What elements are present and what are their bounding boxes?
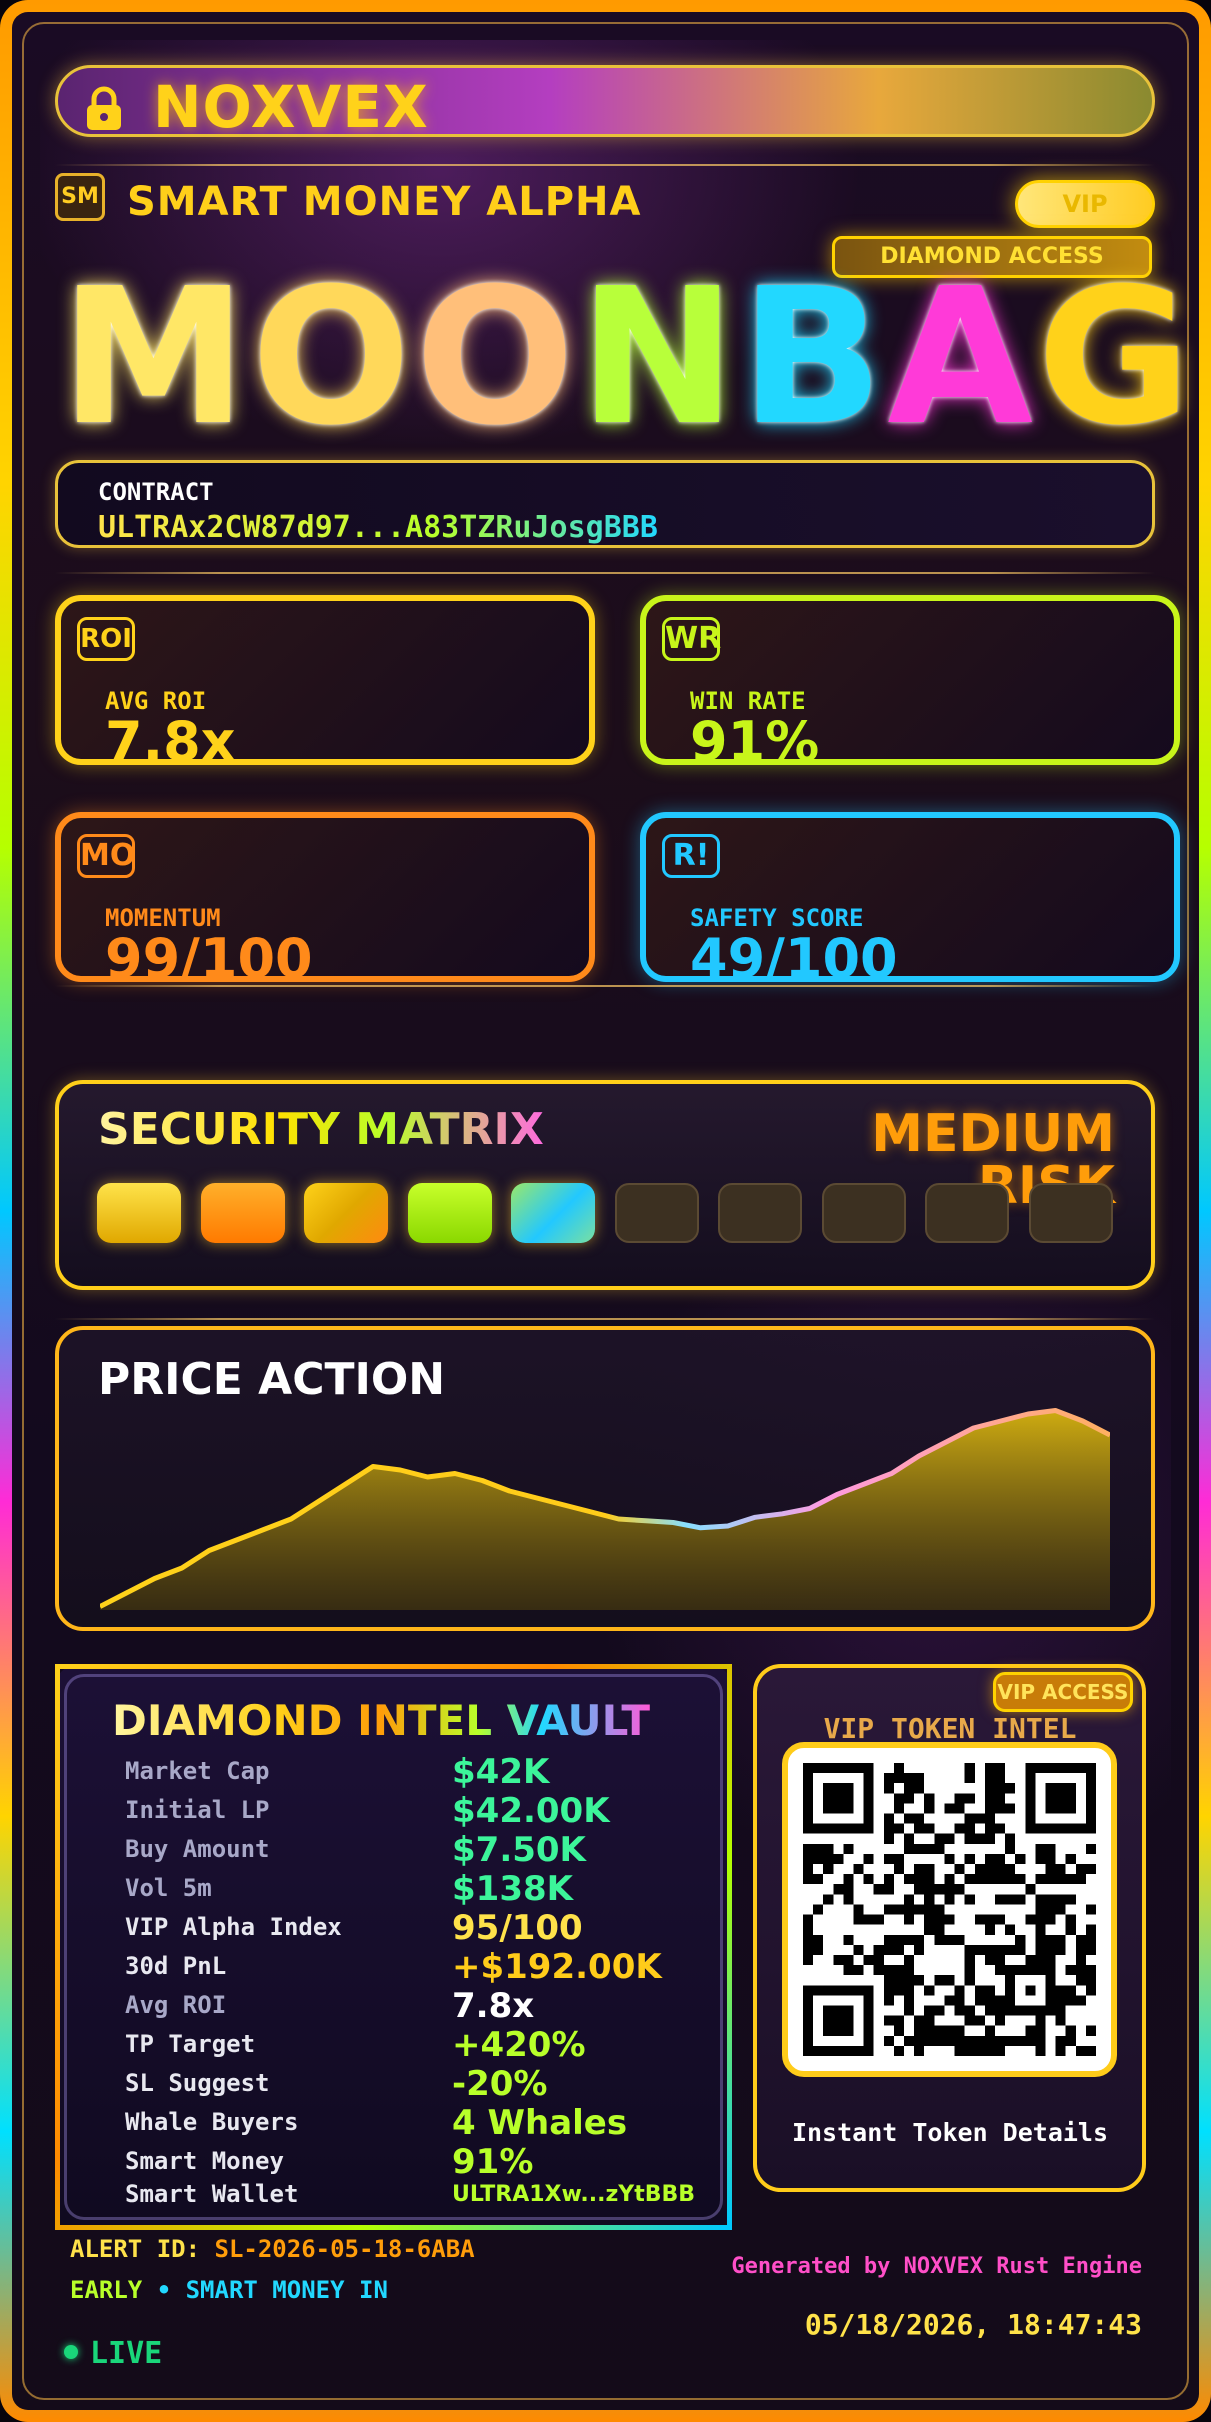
stat-value: 7.8x bbox=[105, 715, 236, 759]
vault-row-label: Vol 5m bbox=[125, 1874, 212, 1902]
vault-row-label: VIP Alpha Index bbox=[125, 1913, 342, 1941]
security-segment-filled bbox=[200, 1183, 285, 1243]
alert-id: ALERT ID: SL-2026-05-18-6ABA bbox=[70, 2235, 475, 2263]
security-segment-empty bbox=[614, 1183, 699, 1243]
token-letter: O bbox=[414, 248, 579, 467]
alert-title: SMART MONEY ALPHA bbox=[127, 179, 642, 225]
vault-row-label: SL Suggest bbox=[125, 2069, 270, 2097]
security-segment-filled bbox=[511, 1183, 595, 1243]
live-status: LIVE bbox=[90, 2336, 163, 2371]
contract-address[interactable]: ULTRAx2CW87d97...A83TZRuJosgBBB bbox=[98, 510, 658, 545]
smart-money-badge: SM bbox=[55, 173, 105, 221]
vault-row-label: Buy Amount bbox=[125, 1835, 270, 1863]
vault-row-label: 30d PnL bbox=[125, 1952, 227, 1980]
vault-row-value: 91% bbox=[452, 2142, 534, 2182]
vault-row-label: Market Cap bbox=[125, 1757, 270, 1785]
vault-row-label: Avg ROI bbox=[125, 1991, 227, 2019]
security-segment-empty bbox=[925, 1183, 1009, 1243]
token-letter: B bbox=[740, 248, 888, 467]
vault-row-value: 4 Whales bbox=[452, 2103, 628, 2143]
stat-label: SAFETY SCORE bbox=[690, 904, 864, 932]
intel-vault-title: DIAMOND INTEL VAULT bbox=[112, 1696, 651, 1745]
vip-access-badge: VIP ACCESS bbox=[993, 1672, 1133, 1712]
security-segment-empty bbox=[821, 1183, 906, 1243]
generated-by: Generated by NOXVEX Rust Engine bbox=[731, 2254, 1142, 2279]
stat-icon: MO bbox=[77, 834, 135, 878]
smart-money-tag: SMART MONEY IN bbox=[185, 2276, 388, 2304]
contract-label: CONTRACT bbox=[98, 478, 214, 506]
qr-code[interactable] bbox=[803, 1763, 1096, 2056]
token-letter: M bbox=[60, 248, 252, 467]
vault-row-value: 7.8x bbox=[452, 1986, 535, 2026]
token-name: MOONBAG bbox=[60, 254, 1191, 462]
brand-name: NOXVEX bbox=[153, 73, 429, 141]
vault-row-value: $138K bbox=[452, 1869, 573, 1909]
security-segment-empty bbox=[718, 1183, 802, 1243]
security-segment-filled bbox=[304, 1183, 388, 1243]
stat-value: 91% bbox=[690, 715, 820, 759]
vault-row-value: +420% bbox=[452, 2025, 586, 2065]
vault-row-value: $42K bbox=[452, 1752, 550, 1792]
divider bbox=[55, 985, 1155, 987]
security-matrix-title: SECURITY MATRIX bbox=[98, 1104, 544, 1155]
vault-row-value: $42.00K bbox=[452, 1791, 610, 1831]
token-letter: G bbox=[1036, 248, 1196, 467]
stat-label: MOMENTUM bbox=[105, 904, 221, 932]
vault-row-value: -20% bbox=[452, 2064, 548, 2104]
vip-badge: VIP bbox=[1015, 180, 1155, 228]
stat-label: AVG ROI bbox=[105, 687, 207, 715]
divider bbox=[55, 572, 1155, 574]
divider bbox=[55, 164, 1155, 166]
vault-row-label: Smart Wallet bbox=[125, 2180, 299, 2208]
security-segment-empty bbox=[1028, 1183, 1113, 1243]
token-letter: O bbox=[251, 248, 415, 467]
stat-icon: ROI bbox=[77, 617, 135, 661]
security-segment-filled bbox=[407, 1183, 492, 1243]
token-letter: N bbox=[578, 248, 741, 467]
token-letter: A bbox=[887, 248, 1037, 467]
alert-id-value: SL-2026-05-18-6ABA bbox=[214, 2235, 475, 2263]
price-area bbox=[100, 1410, 1110, 1610]
qr-title: VIP TOKEN INTEL bbox=[823, 1712, 1077, 1745]
vault-row-value: ULTRA1Xw...zYtBBB bbox=[452, 2182, 696, 2207]
security-segment-filled bbox=[97, 1183, 181, 1243]
early-tag: EARLY bbox=[70, 2276, 143, 2304]
divider bbox=[55, 1318, 1155, 1320]
stat-value: 99/100 bbox=[105, 932, 313, 976]
alert-id-label: ALERT ID: bbox=[70, 2235, 215, 2263]
vault-row-label: Whale Buyers bbox=[125, 2108, 299, 2136]
stat-icon: R! bbox=[662, 834, 720, 878]
status-line: EARLY • SMART MONEY IN bbox=[70, 2276, 388, 2304]
stat-label: WIN RATE bbox=[690, 687, 806, 715]
vault-row-value: +$192.00K bbox=[452, 1947, 662, 1987]
bullet: • bbox=[156, 2276, 172, 2304]
lock-icon bbox=[87, 86, 121, 130]
timestamp: 05/18/2026, 18:47:43 bbox=[804, 2308, 1142, 2341]
vault-row-label: Smart Money bbox=[125, 2147, 284, 2175]
stat-icon: WR bbox=[662, 617, 721, 661]
vault-row-value: 95/100 bbox=[452, 1908, 583, 1948]
vault-row-label: TP Target bbox=[125, 2030, 256, 2058]
qr-caption: Instant Token Details bbox=[791, 2118, 1109, 2147]
vault-row-label: Initial LP bbox=[125, 1796, 270, 1824]
vault-row-value: $7.50K bbox=[452, 1830, 586, 1870]
stat-value: 49/100 bbox=[690, 932, 898, 976]
live-indicator-dot bbox=[64, 2345, 78, 2359]
price-chart bbox=[100, 1408, 1110, 1610]
